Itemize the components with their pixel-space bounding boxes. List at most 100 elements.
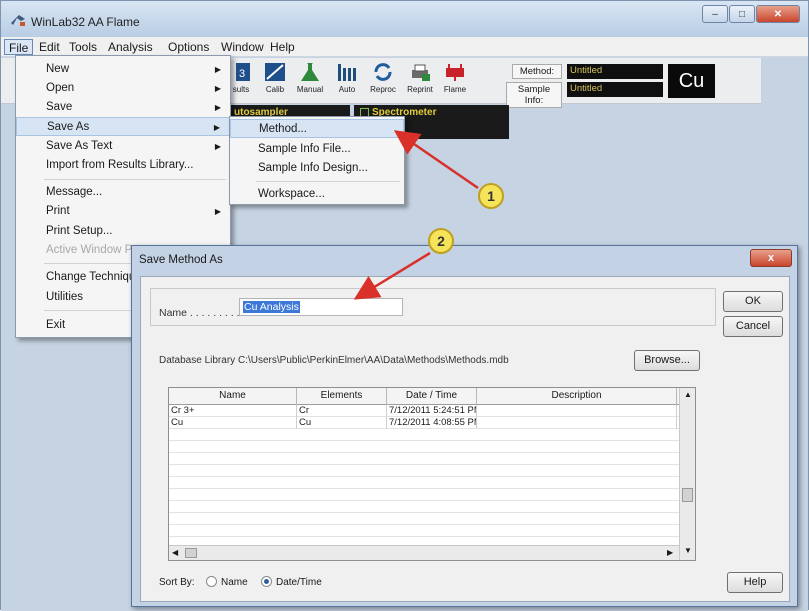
- method-name-input[interactable]: Cu Analysis: [239, 298, 403, 316]
- reprint-button[interactable]: Reprint: [402, 62, 438, 100]
- menu-tools[interactable]: Tools: [65, 39, 101, 55]
- column-header-elements[interactable]: Elements: [297, 388, 387, 405]
- svg-text:3: 3: [239, 68, 245, 80]
- dialog-body: Name . . . . . . . . . Cu Analysis OK Ca…: [140, 276, 790, 602]
- flame-icon: [446, 64, 464, 81]
- calib-button[interactable]: Calib: [257, 62, 293, 100]
- vertical-scrollbar[interactable]: ▲ ▼: [679, 388, 695, 560]
- table-row: [169, 513, 679, 525]
- table-row: [169, 429, 679, 441]
- methods-table: Name Elements Date / Time Description Cr…: [168, 387, 696, 561]
- horizontal-scrollbar[interactable]: ◀ ▶: [169, 545, 679, 560]
- menu-edit[interactable]: Edit: [35, 39, 64, 55]
- dialog-title: Save Method As: [139, 254, 223, 266]
- submenu-arrow-icon: ▶: [213, 123, 220, 132]
- submenu-item-method[interactable]: Method...: [230, 119, 404, 138]
- sort-datetime-radio[interactable]: [261, 576, 272, 587]
- maximize-button[interactable]: □: [729, 5, 755, 23]
- calibrate-icon: [265, 63, 285, 81]
- app-icon: [11, 15, 25, 26]
- window-title: WinLab32 AA Flame: [31, 15, 140, 29]
- menu-separator: [256, 181, 400, 182]
- method-label: Method:: [512, 64, 562, 79]
- method-name-value: Cu Analysis: [243, 301, 300, 313]
- cancel-button[interactable]: Cancel: [723, 316, 783, 337]
- submenu-arrow-icon: ▶: [214, 103, 221, 112]
- table-row: [169, 501, 679, 513]
- minimize-icon: –: [712, 8, 718, 20]
- menu-item-new[interactable]: New ▶: [16, 60, 230, 79]
- scroll-thumb[interactable]: [682, 488, 693, 502]
- menu-window[interactable]: Window: [217, 39, 268, 55]
- scroll-up-icon[interactable]: ▲: [684, 390, 692, 399]
- title-bar[interactable]: WinLab32 AA Flame – □ ✕: [1, 1, 808, 37]
- menu-analysis[interactable]: Analysis: [104, 39, 157, 55]
- ok-button[interactable]: OK: [723, 291, 783, 312]
- menu-item-message[interactable]: Message...: [16, 183, 230, 202]
- menu-item-save-as[interactable]: Save As ▶: [16, 117, 230, 136]
- callout-2: 2: [428, 228, 454, 254]
- menu-item-import-results[interactable]: Import from Results Library...: [16, 156, 230, 175]
- table-header: Name Elements Date / Time Description: [169, 388, 679, 405]
- save-method-dialog: Save Method As x Name . . . . . . . . . …: [131, 245, 798, 607]
- reproc-button[interactable]: Reproc: [365, 62, 401, 100]
- sample-info-value: Untitled: [567, 82, 663, 97]
- current-element: Cu: [668, 64, 715, 98]
- manual-button[interactable]: Manual: [292, 62, 328, 100]
- menu-help[interactable]: Help: [266, 39, 299, 55]
- table-row: [169, 441, 679, 453]
- menu-file[interactable]: File: [4, 39, 34, 55]
- name-label: Name . . . . . . . . .: [159, 307, 240, 319]
- close-icon: x: [767, 252, 775, 264]
- results-icon: 3: [236, 63, 250, 81]
- submenu-item-sample-info-file[interactable]: Sample Info File...: [230, 140, 404, 159]
- column-header-datetime[interactable]: Date / Time: [387, 388, 477, 405]
- submenu-arrow-icon: ▶: [214, 142, 221, 151]
- scroll-down-icon[interactable]: ▼: [684, 546, 692, 555]
- scroll-right-icon[interactable]: ▶: [667, 548, 673, 557]
- table-row: [169, 453, 679, 465]
- dialog-close-button[interactable]: x: [750, 249, 792, 267]
- browse-button[interactable]: Browse...: [634, 350, 700, 371]
- scroll-left-icon[interactable]: ◀: [172, 548, 178, 557]
- menu-item-print-setup[interactable]: Print Setup...: [16, 222, 230, 241]
- sort-name-radio[interactable]: [206, 576, 217, 587]
- save-as-submenu: Method... Sample Info File... Sample Inf…: [229, 116, 405, 205]
- sort-by-label: Sort By:: [159, 577, 195, 588]
- close-icon: ✕: [773, 8, 783, 20]
- submenu-item-workspace[interactable]: Workspace...: [230, 185, 404, 204]
- submenu-item-sample-info-design[interactable]: Sample Info Design...: [230, 159, 404, 178]
- sort-name-label: Name: [221, 577, 248, 588]
- table-row: [169, 465, 679, 477]
- table-row[interactable]: Cu Cu 7/12/2011 4:08:55 PM: [169, 417, 679, 429]
- menu-item-open[interactable]: Open ▶: [16, 79, 230, 98]
- minimize-button[interactable]: –: [702, 5, 728, 23]
- column-header-name[interactable]: Name: [169, 388, 297, 405]
- callout-1: 1: [478, 183, 504, 209]
- scroll-thumb[interactable]: [185, 548, 197, 558]
- column-header-description[interactable]: Description: [477, 388, 677, 405]
- database-library-label: Database Library: [159, 355, 236, 366]
- table-row: [169, 525, 679, 537]
- maximize-icon: □: [738, 8, 746, 20]
- help-button[interactable]: Help: [727, 572, 783, 593]
- menu-item-print[interactable]: Print ▶: [16, 202, 230, 221]
- sort-datetime-label: Date/Time: [276, 577, 322, 588]
- flame-button[interactable]: Flame: [437, 62, 473, 100]
- database-library-path: C:\Users\Public\PerkinElmer\AA\Data\Meth…: [238, 355, 509, 366]
- submenu-arrow-icon: ▶: [214, 84, 221, 93]
- submenu-arrow-icon: ▶: [214, 65, 221, 74]
- menu-bar: File Edit Tools Analysis Options Window …: [1, 37, 808, 57]
- flask-icon: [301, 63, 319, 81]
- menu-item-save[interactable]: Save ▶: [16, 98, 230, 117]
- menu-item-save-as-text[interactable]: Save As Text ▶: [16, 137, 230, 156]
- menu-separator: [44, 179, 226, 180]
- close-button[interactable]: ✕: [756, 5, 800, 23]
- sample-info-label: Sample Info:: [506, 82, 562, 108]
- reprint-icon: [412, 64, 430, 81]
- table-row[interactable]: Cr 3+ Cr 7/12/2011 5:24:51 PM: [169, 405, 679, 417]
- method-value: Untitled: [567, 64, 663, 79]
- auto-button[interactable]: Auto: [329, 62, 365, 100]
- autosampler-icon: [338, 64, 356, 81]
- menu-options[interactable]: Options: [164, 39, 213, 55]
